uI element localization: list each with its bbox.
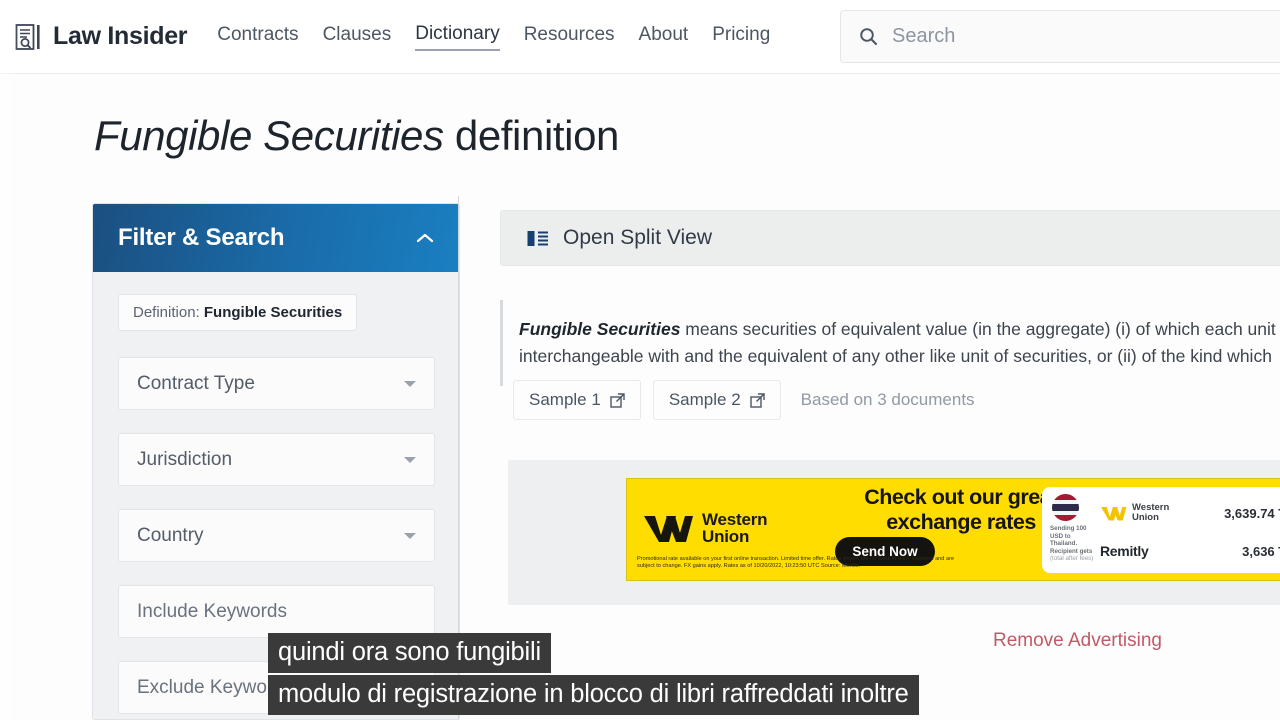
filter-label-country: Country: [137, 524, 204, 546]
filter-panel-title: Filter & Search: [118, 224, 285, 251]
page-title-term: Fungible Securities: [94, 112, 444, 159]
chevron-down-icon: [404, 456, 416, 463]
western-union-ad-banner[interactable]: Western Union Check out our great exchan…: [626, 478, 1280, 581]
primary-nav: Contracts Clauses Dictionary Resources A…: [217, 23, 770, 51]
filter-label-jurisdiction: Jurisdiction: [137, 448, 233, 470]
rate-value-remitly: 3,636 THB: [1242, 543, 1280, 559]
rate-wu-line2: Union: [1132, 512, 1159, 523]
filter-label-contract-type: Contract Type: [137, 372, 255, 394]
chevron-up-icon[interactable]: [415, 232, 435, 245]
western-union-wordmark: Western Union: [702, 510, 768, 546]
nav-item-contracts[interactable]: Contracts: [217, 24, 298, 50]
definition-term: Fungible Securities: [519, 319, 681, 339]
western-union-w-icon: [644, 515, 693, 542]
screenshot-root: Law Insider Contracts Clauses Dictionary…: [0, 0, 1280, 720]
definition-chip-label: Definition:: [133, 304, 200, 321]
subtitle-overlay: quindi ora sono fungibili modulo di regi…: [268, 633, 919, 715]
rate-value-western-union: 3,639.74 THB: [1224, 505, 1280, 521]
western-union-logo: Western Union: [642, 510, 768, 546]
rate-provider-western-union: Western Union: [1100, 503, 1169, 523]
sample-2-button[interactable]: Sample 2: [652, 380, 781, 420]
remove-advertising-link[interactable]: Remove Advertising: [993, 630, 1162, 652]
filter-select-country[interactable]: Country: [118, 509, 435, 562]
brand-logo-group[interactable]: Law Insider: [14, 22, 188, 52]
sample-2-label: Sample 2: [668, 390, 741, 409]
rate-row-western-union: Western Union 3,639.74 THB: [1100, 496, 1280, 530]
law-insider-page: Law Insider Contracts Clauses Dictionary…: [0, 0, 1280, 720]
subtitle-line-1: quindi ora sono fungibili: [268, 633, 551, 673]
western-union-w-icon: [1101, 506, 1127, 520]
filter-select-jurisdiction[interactable]: Jurisdiction: [118, 433, 435, 486]
nav-item-dictionary[interactable]: Dictionary: [415, 23, 500, 51]
based-on-documents-text: Based on 3 documents: [800, 390, 975, 409]
sample-links-row: Sample 1 Sample 2 Based on 3 documents: [513, 380, 975, 420]
page-title-suffix: definition: [454, 112, 620, 159]
wu-word-line2: Union: [702, 527, 750, 546]
ad-disclaimer-text: Promotional rate available on your first…: [637, 556, 955, 570]
brand-name: Law Insider: [53, 22, 188, 50]
definition-result-card: Fungible Securities means securities of …: [500, 300, 1280, 386]
thailand-flag-icon: [1052, 494, 1079, 521]
filter-select-contract-type[interactable]: Contract Type: [118, 357, 435, 410]
open-split-view-label: Open Split View: [563, 226, 713, 249]
rate-provider-remitly: Remitly: [1100, 543, 1149, 559]
rate-note-main: Sending 100 USD to Thailand. Recipient g…: [1050, 525, 1093, 555]
search-bar[interactable]: [840, 10, 1280, 63]
rate-row-remitly: Remitly 3,636 THB: [1100, 534, 1280, 568]
external-link-icon: [749, 392, 765, 408]
wu-word-line1: Western: [702, 510, 768, 529]
sample-1-button[interactable]: Sample 1: [513, 380, 641, 420]
definition-text: Fungible Securities means securities of …: [519, 316, 1280, 370]
filter-label-include-keywords: Include Keywords: [137, 600, 287, 622]
chevron-down-icon: [404, 380, 416, 387]
nav-item-clauses[interactable]: Clauses: [323, 24, 392, 50]
sample-1-label: Sample 1: [529, 390, 601, 409]
nav-item-resources[interactable]: Resources: [524, 24, 615, 50]
chevron-down-icon: [404, 532, 416, 539]
rate-note-sub: (total after fees): [1050, 555, 1094, 563]
page-title: Fungible Securities definition: [94, 112, 619, 160]
nav-item-pricing[interactable]: Pricing: [712, 24, 770, 50]
filter-input-include-keywords[interactable]: Include Keywords: [118, 585, 435, 638]
external-link-icon: [610, 392, 625, 408]
search-icon: [860, 28, 878, 46]
filter-panel-header[interactable]: Filter & Search: [93, 204, 459, 272]
site-header: Law Insider Contracts Clauses Dictionary…: [0, 0, 1280, 74]
open-split-view-button[interactable]: Open Split View: [500, 210, 1280, 266]
document-search-icon: [15, 23, 40, 50]
advertisement-container: Western Union Check out our great exchan…: [508, 460, 1280, 605]
definition-chip-value: Fungible Securities: [203, 304, 343, 321]
search-input[interactable]: [892, 25, 1262, 48]
definition-filter-chip[interactable]: Definition: Fungible Securities: [118, 294, 358, 331]
rate-comparison-box: Sending 100 USD to Thailand. Recipient g…: [1042, 487, 1280, 573]
nav-item-about[interactable]: About: [639, 24, 689, 50]
rate-sending-note: Sending 100 USD to Thailand. Recipient g…: [1050, 525, 1094, 563]
subtitle-line-2: modulo di registrazione in blocco di lib…: [268, 675, 919, 715]
split-view-icon: [527, 230, 548, 246]
